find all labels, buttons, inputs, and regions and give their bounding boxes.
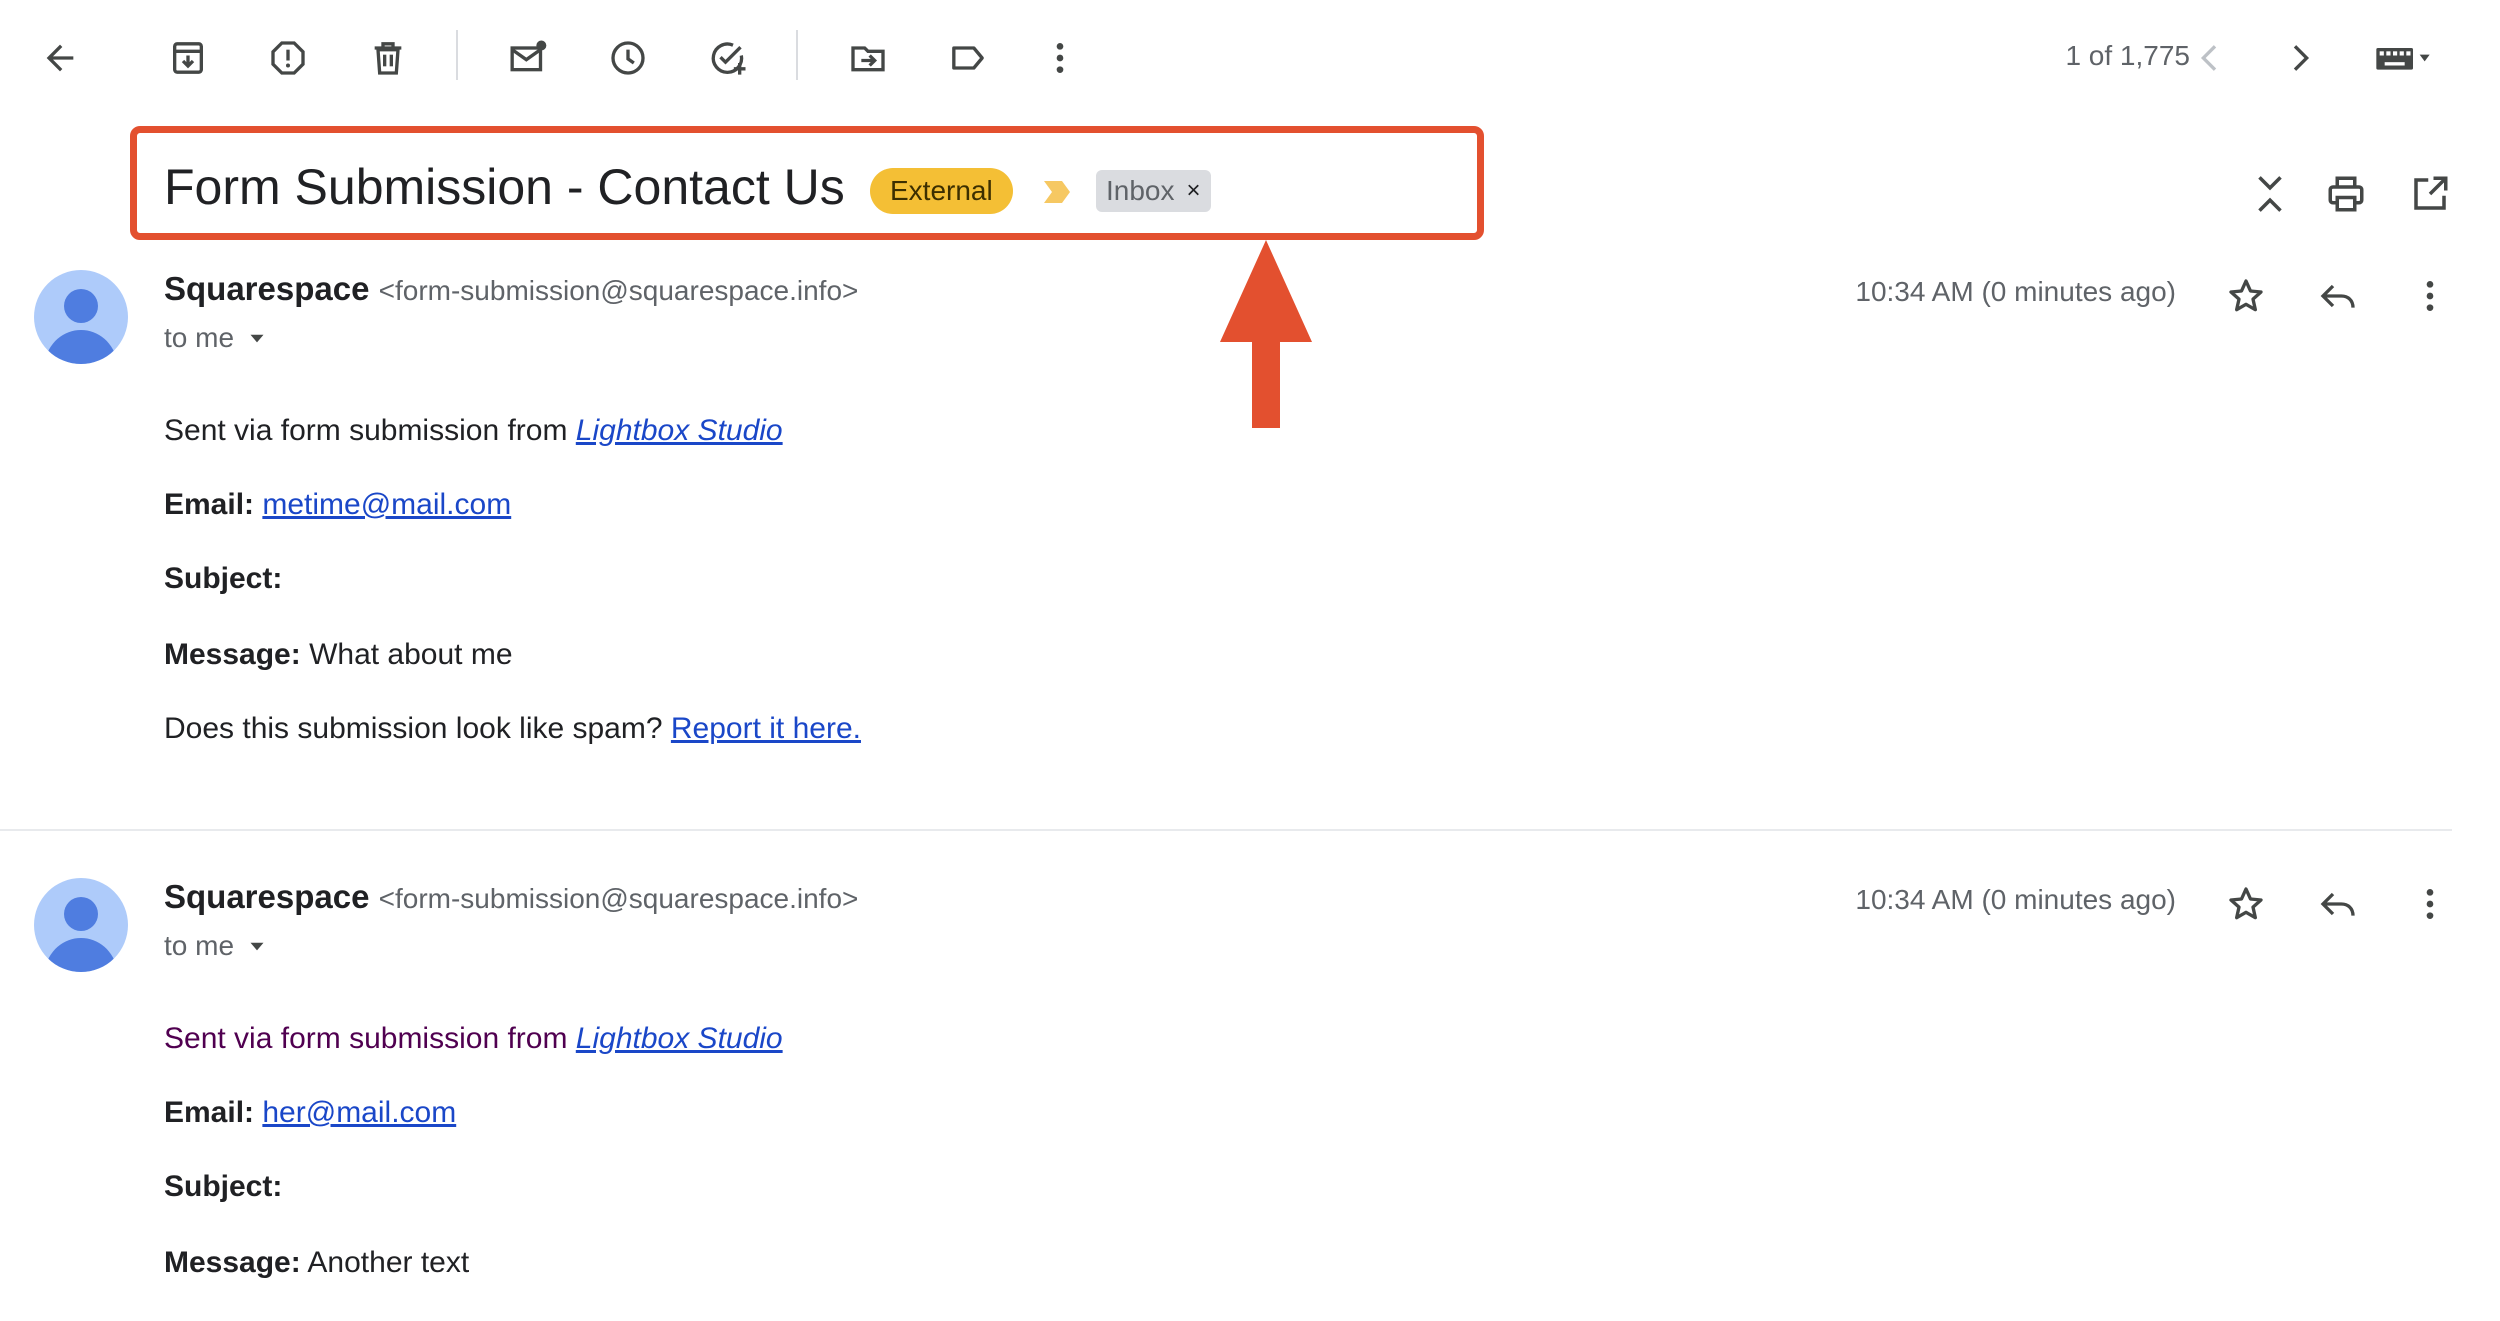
expand-all-button[interactable] (2240, 164, 2300, 224)
intro-line: Sent via form submission from Lightbox S… (164, 414, 783, 448)
subject-line: Subject: (164, 1170, 282, 1204)
subject-line: Subject: (164, 562, 282, 596)
keyboard-icon (2376, 48, 2430, 70)
message-more-button[interactable] (2400, 266, 2460, 326)
message-more-button[interactable] (2400, 874, 2460, 934)
remove-label-button[interactable]: × (1187, 177, 1201, 205)
avatar[interactable] (34, 878, 128, 972)
reply-icon (2320, 892, 2355, 916)
toolbar: 1 of 1,775 (0, 0, 2500, 116)
input-tools-button[interactable] (2358, 26, 2448, 90)
message-time: 10:34 AM (0 minutes ago) (1855, 276, 2176, 307)
inbox-label-text: Inbox (1106, 175, 1175, 206)
external-label: External (870, 168, 1013, 214)
site-link[interactable]: Lightbox Studio (576, 1022, 783, 1055)
message-text: What about me (300, 638, 513, 671)
sender-name[interactable]: Squarespace (164, 270, 369, 307)
message-text: Another text (300, 1246, 470, 1279)
spam-text: Does this submission look like spam? (164, 712, 671, 745)
sender: Squarespace <form-submission@squarespace… (164, 878, 858, 916)
more-options-button[interactable] (1028, 26, 1092, 90)
email-link[interactable]: her@mail.com (262, 1096, 456, 1129)
message-line: Message: Another text (164, 1246, 469, 1280)
snooze-button[interactable] (596, 26, 660, 90)
star-button[interactable] (2216, 266, 2276, 326)
email-line: Email: metime@mail.com (164, 488, 511, 522)
newer-button[interactable] (2178, 26, 2242, 90)
open-in-new-icon (2414, 176, 2448, 210)
subject-label: Subject: (164, 562, 283, 595)
recipient-label: to me (164, 930, 235, 961)
message-time: 10:34 AM (0 minutes ago) (1855, 884, 2176, 915)
site-link[interactable]: Lightbox Studio (576, 414, 783, 447)
delete-button[interactable] (356, 26, 420, 90)
message-label: Message: (164, 638, 301, 671)
report-spam-button[interactable] (256, 26, 320, 90)
message-label: Message: (164, 1246, 301, 1279)
reply-button[interactable] (2308, 266, 2368, 326)
sender-email: <form-submission@squarespace.info> (378, 275, 859, 306)
report-spam-icon (271, 41, 305, 75)
more-vert-icon (2426, 281, 2434, 311)
email-label: Email: (164, 1096, 255, 1129)
print-all-button[interactable] (2316, 164, 2376, 224)
avatar[interactable] (34, 270, 128, 364)
archive-button[interactable] (156, 26, 220, 90)
person-icon (44, 897, 118, 972)
unfold-icon (2258, 176, 2282, 212)
email-subject: Form Submission - Contact Us (164, 159, 845, 215)
archive-icon (173, 42, 203, 74)
intro-text: Sent via form submission from (164, 1022, 576, 1055)
toolbar-divider (456, 30, 458, 80)
email-line: Email: her@mail.com (164, 1096, 456, 1130)
older-button[interactable] (2268, 26, 2332, 90)
label-button[interactable] (936, 26, 1000, 90)
recipient-label: to me (164, 322, 235, 353)
report-spam-link[interactable]: Report it here. (671, 712, 861, 745)
chevron-left-icon (2200, 45, 2217, 71)
reply-button[interactable] (2308, 874, 2368, 934)
spam-line: Does this submission look like spam? Rep… (164, 712, 861, 746)
add-task-button[interactable] (696, 26, 760, 90)
sender-email: <form-submission@squarespace.info> (378, 883, 859, 914)
intro-line: Sent via form submission from Lightbox S… (164, 1022, 783, 1056)
recipient-details-toggle[interactable]: to me (164, 930, 270, 962)
importance-marker-icon[interactable] (1042, 178, 1072, 206)
caret-down-icon (250, 334, 264, 343)
mark-unread-button[interactable] (496, 26, 560, 90)
add-task-icon (711, 42, 746, 75)
more-vert-icon (1056, 43, 1064, 73)
toolbar-divider (796, 30, 798, 80)
label-icon (952, 46, 984, 70)
intro-text: Sent via form submission from (164, 414, 576, 447)
delete-icon (374, 42, 402, 75)
reply-icon (2320, 284, 2355, 308)
print-icon (2328, 176, 2364, 212)
move-to-icon (851, 46, 885, 72)
back-arrow-icon (46, 44, 74, 72)
star-button[interactable] (2216, 874, 2276, 934)
snooze-icon (611, 41, 645, 75)
message-divider (0, 829, 2452, 831)
star-icon (2229, 887, 2263, 920)
pager-count: 1 of 1,775 (2065, 40, 2190, 71)
email-label: Email: (164, 488, 255, 521)
move-to-button[interactable] (836, 26, 900, 90)
message-line: Message: What about me (164, 638, 513, 672)
open-new-window-button[interactable] (2400, 164, 2460, 224)
star-icon (2229, 279, 2263, 312)
sender: Squarespace <form-submission@squarespace… (164, 270, 858, 308)
subject-label: Subject: (164, 1170, 283, 1203)
more-vert-icon (2426, 889, 2434, 919)
annotation-arrow-icon (1220, 240, 1312, 428)
chevron-right-icon (2293, 45, 2310, 71)
person-icon (44, 289, 118, 364)
sender-name[interactable]: Squarespace (164, 878, 369, 915)
recipient-details-toggle[interactable]: to me (164, 322, 270, 354)
inbox-label: Inbox × (1096, 170, 1211, 212)
mark-unread-icon (510, 40, 547, 72)
caret-down-icon (250, 942, 264, 951)
back-button[interactable] (28, 26, 92, 90)
email-link[interactable]: metime@mail.com (262, 488, 511, 521)
